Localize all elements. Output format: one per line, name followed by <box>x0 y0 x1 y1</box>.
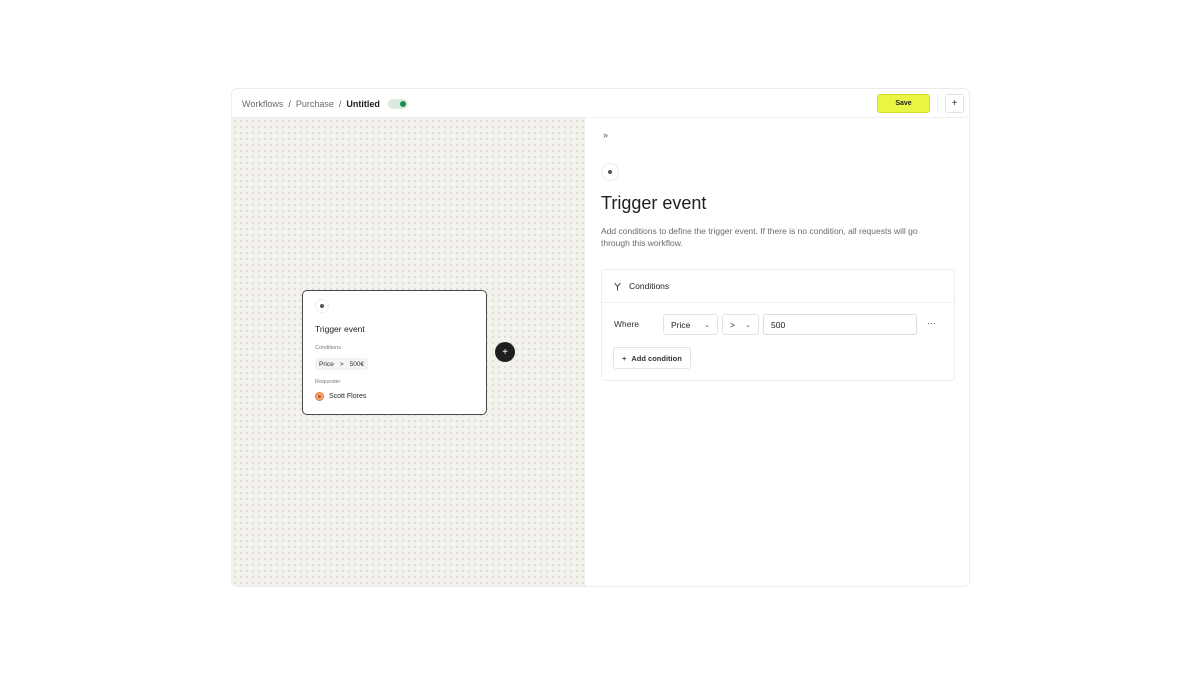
collapse-icon[interactable]: » <box>603 130 608 140</box>
active-toggle[interactable] <box>387 98 408 109</box>
conditions-title: Conditions <box>629 281 670 291</box>
topbar-divider <box>937 94 938 113</box>
operator-select-value: > <box>730 319 735 330</box>
operator-select[interactable]: > ⌄ <box>722 314 759 335</box>
add-button[interactable]: + <box>945 94 964 113</box>
breadcrumb: Workflows / Purchase / Untitled <box>242 89 408 118</box>
breadcrumb-current: Untitled <box>346 98 380 109</box>
plus-icon: + <box>502 346 508 358</box>
avatar <box>315 392 324 401</box>
branch-icon <box>613 282 622 291</box>
toggle-knob <box>397 98 408 109</box>
app-window: Workflows / Purchase / Untitled Save + T… <box>231 88 970 587</box>
chip-operator: > <box>339 360 344 368</box>
field-select-value: Price <box>671 319 691 330</box>
where-label: Where <box>614 319 640 329</box>
trigger-event-card[interactable]: Trigger event Conditions Price > 500€ Re… <box>302 290 487 415</box>
save-button[interactable]: Save <box>877 94 930 113</box>
chevron-down-icon: ⌄ <box>745 321 751 329</box>
breadcrumb-separator: / <box>288 98 291 109</box>
card-requester-label: Requester <box>315 379 341 385</box>
panel-title: Trigger event <box>601 193 707 213</box>
condition-chip: Price > 500€ <box>315 358 369 370</box>
breadcrumb-separator: / <box>338 98 342 109</box>
trigger-node-icon <box>601 163 619 181</box>
requester: Scott Flores <box>315 392 366 401</box>
panel-description: Add conditions to define the trigger eve… <box>601 226 918 248</box>
trigger-node-icon <box>315 299 329 313</box>
more-icon[interactable]: ··· <box>927 318 936 328</box>
chevron-down-icon: ⌄ <box>704 321 710 329</box>
add-condition-label: Add condition <box>631 353 682 363</box>
conditions-header: Conditions <box>602 270 954 303</box>
chip-field: Price <box>319 360 334 368</box>
condition-value-input[interactable] <box>763 314 917 335</box>
add-condition-button[interactable]: + Add condition <box>613 347 691 369</box>
field-select[interactable]: Price ⌄ <box>663 314 718 335</box>
details-panel: » Trigger event Add conditions to define… <box>585 118 969 586</box>
workflow-canvas[interactable]: Trigger event Conditions Price > 500€ Re… <box>232 118 585 586</box>
breadcrumb-workflows[interactable]: Workflows <box>242 99 283 109</box>
add-node-button[interactable]: + <box>495 342 515 362</box>
card-title: Trigger event <box>315 324 365 334</box>
condition-row: Where Price ⌄ > ⌄ ··· <box>602 314 954 336</box>
topbar: Workflows / Purchase / Untitled Save + <box>232 89 969 118</box>
chip-value: 500€ <box>349 360 365 368</box>
plus-icon: + <box>622 353 627 363</box>
conditions-section: Conditions Where Price ⌄ > ⌄ ··· + Add c… <box>601 269 955 381</box>
plus-icon: + <box>951 98 958 109</box>
card-conditions-label: Conditions <box>315 345 341 351</box>
breadcrumb-purchase[interactable]: Purchase <box>296 99 334 109</box>
requester-name: Scott Flores <box>329 393 367 400</box>
